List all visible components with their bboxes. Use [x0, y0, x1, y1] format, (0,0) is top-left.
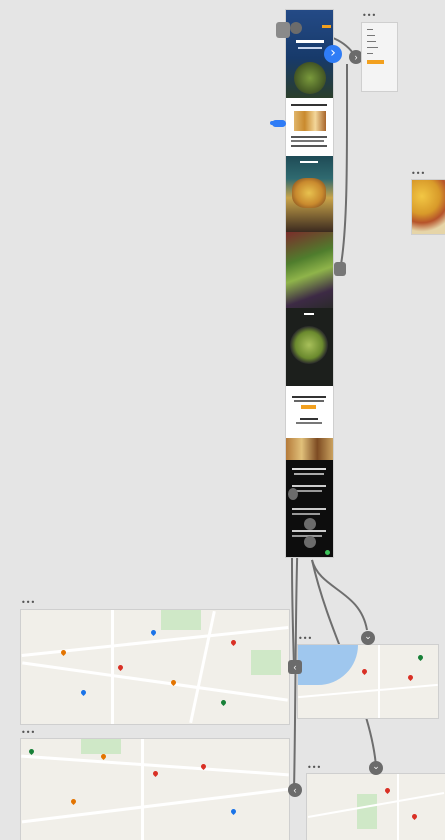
- chevron-right-icon: ›: [330, 45, 336, 61]
- footer-text: [292, 530, 326, 532]
- next-arrow-button[interactable]: ›: [324, 45, 342, 63]
- road: [21, 787, 289, 824]
- connector-arrow-left[interactable]: ‹: [288, 783, 302, 797]
- park-area: [161, 610, 201, 630]
- cta-section: [286, 386, 333, 438]
- more-dots-icon[interactable]: •••: [411, 170, 425, 178]
- cta-text: [292, 396, 326, 398]
- chevron-right-icon: ›: [354, 52, 358, 62]
- hero-nav-button[interactable]: [322, 25, 331, 28]
- footer-text: [292, 513, 320, 515]
- more-dots-icon[interactable]: •••: [298, 635, 312, 643]
- section-heading: [300, 161, 318, 163]
- map-pin-icon[interactable]: [79, 688, 88, 697]
- product-image: [294, 111, 326, 131]
- map-pin-icon[interactable]: [69, 797, 78, 806]
- map-frame-bottom-right[interactable]: [307, 774, 445, 840]
- vegetables-section: [286, 232, 333, 308]
- section-heading: [291, 104, 327, 106]
- product-text: [291, 140, 324, 142]
- road: [22, 661, 288, 702]
- hero-food-image: [294, 62, 326, 94]
- menu-button[interactable]: [367, 60, 384, 64]
- map-pin-icon[interactable]: [219, 698, 228, 707]
- road: [298, 683, 438, 699]
- menu-item[interactable]: [367, 29, 373, 30]
- selection-hotspot[interactable]: [272, 120, 286, 127]
- map-pin-icon[interactable]: [383, 786, 392, 795]
- hotspot-handle[interactable]: [334, 262, 346, 276]
- food-image-frame[interactable]: [412, 180, 445, 234]
- connector-arrow-down[interactable]: ⌄: [369, 761, 383, 775]
- map-frame-large[interactable]: [21, 610, 289, 724]
- road: [141, 739, 144, 840]
- menu-item[interactable]: [367, 41, 376, 42]
- map-pin-icon[interactable]: [116, 663, 125, 672]
- map-pin-icon[interactable]: [406, 673, 415, 682]
- connector-arrow-down[interactable]: ⌄: [361, 631, 375, 645]
- wok-image: [290, 326, 328, 364]
- map-pin-icon[interactable]: [99, 752, 108, 761]
- hero-subtext: [298, 47, 322, 49]
- chevron-left-icon: ‹: [293, 785, 297, 795]
- road: [397, 774, 399, 840]
- map-frame-medium[interactable]: [298, 645, 438, 718]
- park-area: [357, 794, 377, 829]
- product-text: [291, 136, 327, 138]
- more-dots-icon[interactable]: •••: [21, 599, 35, 607]
- map-pin-icon[interactable]: [149, 628, 158, 637]
- map-pin-icon[interactable]: [410, 812, 419, 821]
- hotspot-handle[interactable]: [304, 536, 316, 548]
- food-strip: [286, 438, 333, 460]
- hotspot-handle[interactable]: [288, 488, 298, 500]
- road: [378, 645, 380, 718]
- chevron-down-icon: ⌄: [372, 761, 380, 771]
- footer-text: [294, 473, 324, 475]
- park-area: [81, 739, 121, 754]
- main-page-frame[interactable]: [286, 10, 333, 557]
- menu-item[interactable]: [367, 35, 375, 36]
- hotspot-handle[interactable]: [276, 22, 290, 38]
- more-dots-icon[interactable]: •••: [307, 764, 321, 772]
- map-pin-icon[interactable]: [416, 653, 425, 662]
- footer-text: [292, 468, 326, 470]
- products-section: [286, 98, 333, 156]
- footer-text: [292, 485, 326, 487]
- connector-arrow-right[interactable]: ›: [349, 50, 363, 64]
- hotspot-handle[interactable]: [290, 22, 302, 34]
- wok-section: [286, 308, 333, 386]
- more-dots-icon[interactable]: •••: [21, 729, 35, 737]
- chevron-left-icon: ‹: [293, 662, 297, 672]
- map-pin-icon[interactable]: [27, 747, 36, 756]
- park-area: [251, 650, 281, 675]
- map-frame-bottom-left[interactable]: [21, 739, 289, 840]
- cta-text: [300, 418, 318, 420]
- cta-button[interactable]: [301, 405, 316, 409]
- cta-text: [296, 422, 322, 424]
- menu-item[interactable]: [367, 47, 378, 48]
- hotspot-handle[interactable]: [304, 518, 316, 530]
- hero-heading: [296, 40, 324, 43]
- tacos-image: [292, 178, 326, 208]
- footer-text: [292, 508, 326, 510]
- map-pin-icon[interactable]: [151, 769, 160, 778]
- chat-icon[interactable]: [325, 550, 330, 555]
- connector-arrow-left[interactable]: ‹: [288, 660, 302, 674]
- menu-frame[interactable]: [362, 23, 397, 91]
- chevron-down-icon: ⌄: [364, 631, 372, 641]
- road: [111, 610, 114, 724]
- more-dots-icon[interactable]: •••: [362, 12, 376, 20]
- product-text: [291, 145, 327, 147]
- cta-text: [294, 400, 324, 402]
- tacos-section: [286, 156, 333, 232]
- menu-item[interactable]: [367, 53, 373, 54]
- map-pin-icon[interactable]: [229, 638, 238, 647]
- section-heading: [304, 313, 314, 315]
- water-area: [298, 645, 358, 685]
- map-pin-icon[interactable]: [229, 807, 238, 816]
- map-pin-icon[interactable]: [360, 667, 369, 676]
